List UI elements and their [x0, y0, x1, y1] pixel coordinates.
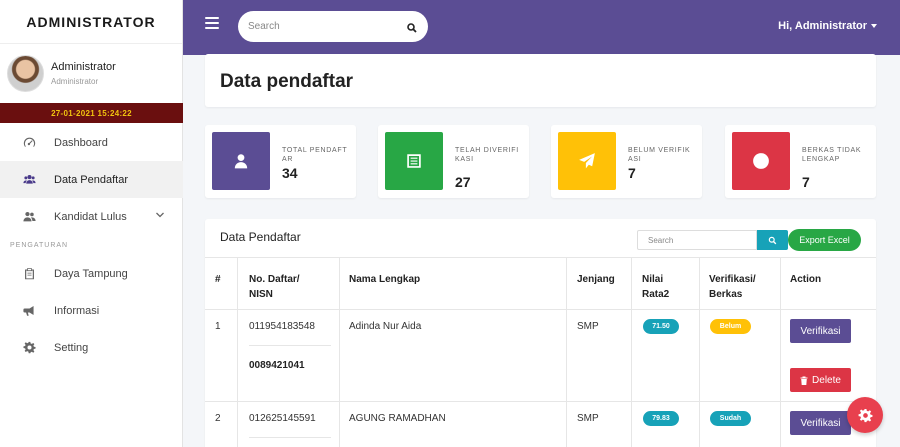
search-input[interactable] — [248, 21, 398, 32]
stat-label: BELUM VERIFIKASI — [628, 147, 691, 163]
clock-display: 27-01-2021 15:24:22 — [0, 103, 183, 123]
col-header-action: Action — [790, 274, 822, 285]
page-title: Data pendaftar — [220, 71, 354, 92]
table-title: Data Pendaftar — [220, 230, 301, 244]
sidebar-item-label: Setting — [54, 341, 89, 354]
gear-icon — [21, 340, 37, 356]
sidebar-item-daya-tampung[interactable]: Daya Tampung — [0, 255, 183, 292]
sidebar-item-setting[interactable]: Setting — [0, 329, 183, 366]
verifikasi-button[interactable]: Verifikasi — [790, 411, 851, 435]
dashboard-gauge-icon — [21, 135, 37, 151]
sidebar-nav: Dashboard Data Pendaftar Kandidat Lulus … — [0, 124, 183, 366]
cell-jenjang: SMP — [577, 321, 599, 332]
cell-number: 1 — [215, 321, 221, 332]
sidebar-item-dashboard[interactable]: Dashboard — [0, 124, 183, 161]
cell-nisn: 0089421041 — [249, 360, 305, 371]
stat-value: 27 — [455, 174, 471, 190]
stat-value: 34 — [282, 165, 298, 181]
user-panel: Administrator Administrator — [0, 44, 182, 102]
verifikasi-button[interactable]: Verifikasi — [790, 319, 851, 343]
user-role: Administrator — [51, 76, 99, 86]
user-menu[interactable]: Hi, Administrator — [778, 20, 877, 32]
sidebar-item-label: Kandidat Lulus — [54, 210, 127, 223]
circle-icon — [732, 132, 790, 190]
stat-label: BERKAS TIDAK LENGKAP — [802, 147, 862, 163]
cell-no-daftar: 012625145591 — [249, 413, 316, 424]
nilai-badge: 71.50 — [643, 319, 679, 334]
sidebar-item-informasi[interactable]: Informasi — [0, 292, 183, 329]
sidebar: ADMINISTRATOR Administrator Administrato… — [0, 0, 183, 447]
sidebar-item-label: Daya Tampung — [54, 267, 128, 280]
floating-settings-button[interactable] — [847, 397, 883, 433]
cell-nama: Adinda Nur Aida — [349, 321, 422, 332]
brand-title[interactable]: ADMINISTRATOR — [0, 0, 182, 44]
status-badge: Sudah — [710, 411, 751, 426]
caret-down-icon — [871, 24, 877, 28]
cell-no-daftar: 011954183548 — [249, 321, 315, 332]
col-header-no-daftar: No. Daftar/NISN — [249, 274, 300, 300]
stat-card-total: TOTAL PENDAFTAR 34 — [205, 125, 356, 198]
data-table-panel: Data Pendaftar Export Excel # No. Daftar… — [205, 219, 876, 447]
cell-jenjang: SMP — [577, 413, 599, 424]
user-name: Administrator — [51, 60, 116, 73]
section-label: PENGATURAN — [10, 241, 69, 249]
export-excel-button[interactable]: Export Excel — [788, 229, 861, 251]
trash-icon — [800, 376, 808, 385]
paper-plane-icon — [558, 132, 616, 190]
col-header-jenjang: Jenjang — [577, 274, 615, 285]
megaphone-icon — [21, 303, 37, 319]
table-search-input[interactable] — [637, 230, 757, 250]
status-badge: Belum — [710, 319, 751, 334]
col-header-nama: Nama Lengkap — [349, 274, 421, 285]
user-icon — [212, 132, 270, 190]
chevron-down-icon[interactable] — [155, 210, 165, 223]
sidebar-item-label: Data Pendaftar — [54, 173, 128, 186]
avatar — [7, 54, 44, 92]
clipboard-icon — [21, 266, 37, 282]
stat-value: 7 — [628, 165, 636, 181]
menu-toggle-icon[interactable] — [205, 17, 219, 29]
search-box — [238, 11, 428, 42]
stat-card-incomplete: BERKAS TIDAK LENGKAP 7 — [725, 125, 876, 198]
sidebar-item-data-pendaftar[interactable]: Data Pendaftar — [0, 161, 183, 198]
stat-label: TOTAL PENDAFTAR — [282, 147, 348, 163]
page-header: Data pendaftar — [205, 54, 876, 107]
sidebar-item-label: Informasi — [54, 304, 100, 317]
stat-label: TELAH DIVERIFIKASI — [455, 147, 519, 163]
users-icon — [21, 172, 37, 188]
sidebar-item-kandidat-lulus[interactable]: Kandidat Lulus — [0, 198, 183, 235]
gear-icon — [858, 408, 872, 422]
delete-button[interactable]: Delete — [790, 368, 851, 392]
col-header-verifikasi: Verifikasi/Berkas — [709, 274, 756, 300]
col-header-nilai: Nilai Rata2 — [642, 274, 670, 300]
stat-value: 7 — [802, 174, 810, 190]
document-icon — [385, 132, 443, 190]
user-greeting: Hi, Administrator — [778, 20, 867, 32]
cell-number: 2 — [215, 413, 221, 424]
stat-card-unverified: BELUM VERIFIKASI 7 — [551, 125, 702, 198]
col-header-number: # — [215, 274, 221, 285]
table-search-button[interactable] — [757, 230, 788, 250]
cell-nama: AGUNG RAMADHAN — [349, 413, 446, 424]
sidebar-item-label: Dashboard — [54, 136, 108, 149]
search-icon — [768, 236, 777, 244]
topbar: Hi, Administrator — [183, 0, 900, 55]
stat-card-verified: TELAH DIVERIFIKASI 27 — [378, 125, 529, 198]
user-group-icon — [21, 209, 37, 225]
nilai-badge: 79.83 — [643, 411, 679, 426]
search-icon[interactable] — [406, 21, 418, 33]
